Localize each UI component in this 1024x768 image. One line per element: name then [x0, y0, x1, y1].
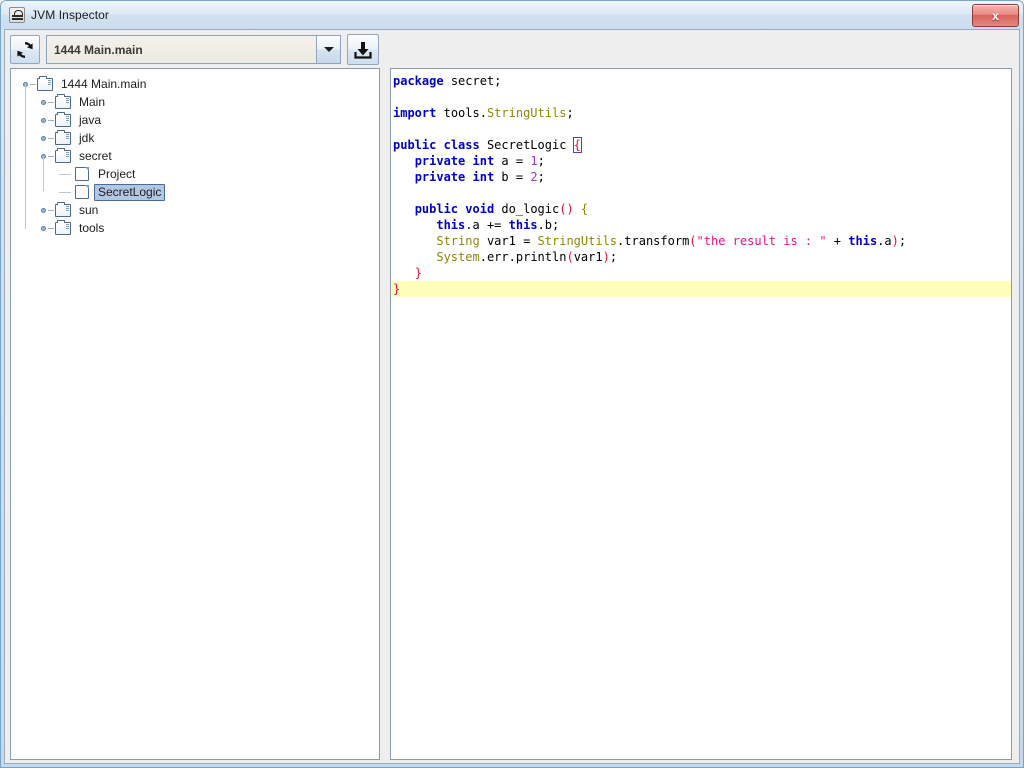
tree-node-label: Project	[98, 166, 136, 181]
source-panel: package secret; import tools.StringUtils…	[390, 68, 1012, 760]
process-selector-value: 1444 Main.main	[47, 36, 316, 63]
file-icon	[75, 185, 89, 199]
close-button[interactable]: x	[972, 4, 1019, 27]
code-line: String var1 = StringUtils.transform("the…	[436, 234, 907, 248]
tree-node-tools[interactable]: tools	[11, 219, 379, 237]
tree-node-label: 1444 Main.main	[61, 76, 147, 91]
title-bar: JVM Inspector x	[1, 1, 1023, 29]
download-button[interactable]	[347, 34, 379, 65]
tree-node-java[interactable]: java	[11, 111, 379, 129]
code-line: public class SecretLogic {	[393, 137, 582, 153]
tree-node-label: tools	[79, 220, 105, 235]
code-line: this.a += this.b;	[436, 218, 560, 232]
code-line: public void do_logic() {	[414, 202, 589, 216]
java-cup-icon	[9, 7, 25, 23]
chevron-down-icon[interactable]	[316, 36, 340, 63]
tree-node-label: secret	[79, 148, 112, 163]
code-line: }	[414, 266, 422, 280]
process-selector-combobox[interactable]: 1444 Main.main	[46, 35, 341, 64]
folder-icon	[55, 129, 71, 145]
tree-node-secret[interactable]: secret	[11, 147, 379, 165]
refresh-icon	[17, 41, 33, 58]
tree-panel: 1444 Main.main Main java jdk secret Project Se…	[10, 68, 380, 760]
code-line: import tools.StringUtils;	[393, 106, 574, 120]
code-line: }	[391, 281, 1011, 297]
code-line: private int b = 2;	[414, 170, 545, 184]
tree-node-label: SecretLogic	[94, 183, 166, 201]
client-area: 1444 Main.main 1444 Main.main Main java jdk…	[4, 29, 1020, 764]
code-line: package secret;	[393, 74, 502, 88]
tree-node-label: sun	[79, 202, 99, 217]
split-divider[interactable]	[380, 68, 390, 760]
folder-icon	[37, 75, 53, 91]
source-code-view[interactable]: package secret; import tools.StringUtils…	[391, 69, 1011, 297]
tree-leaf-connector	[57, 165, 73, 183]
folder-icon	[55, 111, 71, 127]
toolbar: 1444 Main.main	[5, 30, 1019, 68]
tree-node-sun[interactable]: sun	[11, 201, 379, 219]
refresh-button[interactable]	[10, 35, 40, 64]
code-line: System.err.println(var1);	[436, 250, 618, 264]
application-window: JVM Inspector x 1444 Main.main 1444 Main…	[0, 0, 1024, 768]
tree-node-jdk[interactable]: jdk	[11, 129, 379, 147]
tree-node-secretlogic[interactable]: SecretLogic	[11, 183, 379, 201]
window-title: JVM Inspector	[31, 8, 109, 22]
tree-node-label: Main	[79, 94, 106, 109]
tree-expand-handle-icon[interactable]	[39, 129, 55, 147]
file-icon	[75, 167, 89, 181]
tree-collapse-handle-icon[interactable]	[39, 147, 55, 165]
tree-leaf-connector	[57, 183, 73, 201]
tree-expand-handle-icon[interactable]	[39, 219, 55, 237]
close-icon: x	[992, 8, 999, 23]
split-pane: 1444 Main.main Main java jdk secret Project Se…	[5, 68, 1019, 763]
tree-connector-line	[43, 156, 44, 191]
tree-collapse-handle-icon[interactable]	[21, 75, 37, 93]
tree-node-main[interactable]: Main	[11, 93, 379, 111]
folder-icon	[55, 93, 71, 109]
tree-node-1444-main-main[interactable]: 1444 Main.main	[11, 75, 379, 93]
folder-icon	[55, 147, 71, 163]
tree-connector-line	[25, 84, 26, 229]
tree-node-label: java	[79, 112, 102, 127]
code-line: private int a = 1;	[414, 154, 545, 168]
tree-node-label: jdk	[79, 130, 95, 145]
download-icon	[354, 41, 372, 59]
tree-expand-handle-icon[interactable]	[39, 111, 55, 129]
tree-node-project[interactable]: Project	[11, 165, 379, 183]
class-tree[interactable]: 1444 Main.main Main java jdk secret Project Se…	[11, 69, 379, 237]
tree-expand-handle-icon[interactable]	[39, 201, 55, 219]
folder-icon	[55, 201, 71, 217]
tree-expand-handle-icon[interactable]	[39, 93, 55, 111]
folder-icon	[55, 219, 71, 235]
